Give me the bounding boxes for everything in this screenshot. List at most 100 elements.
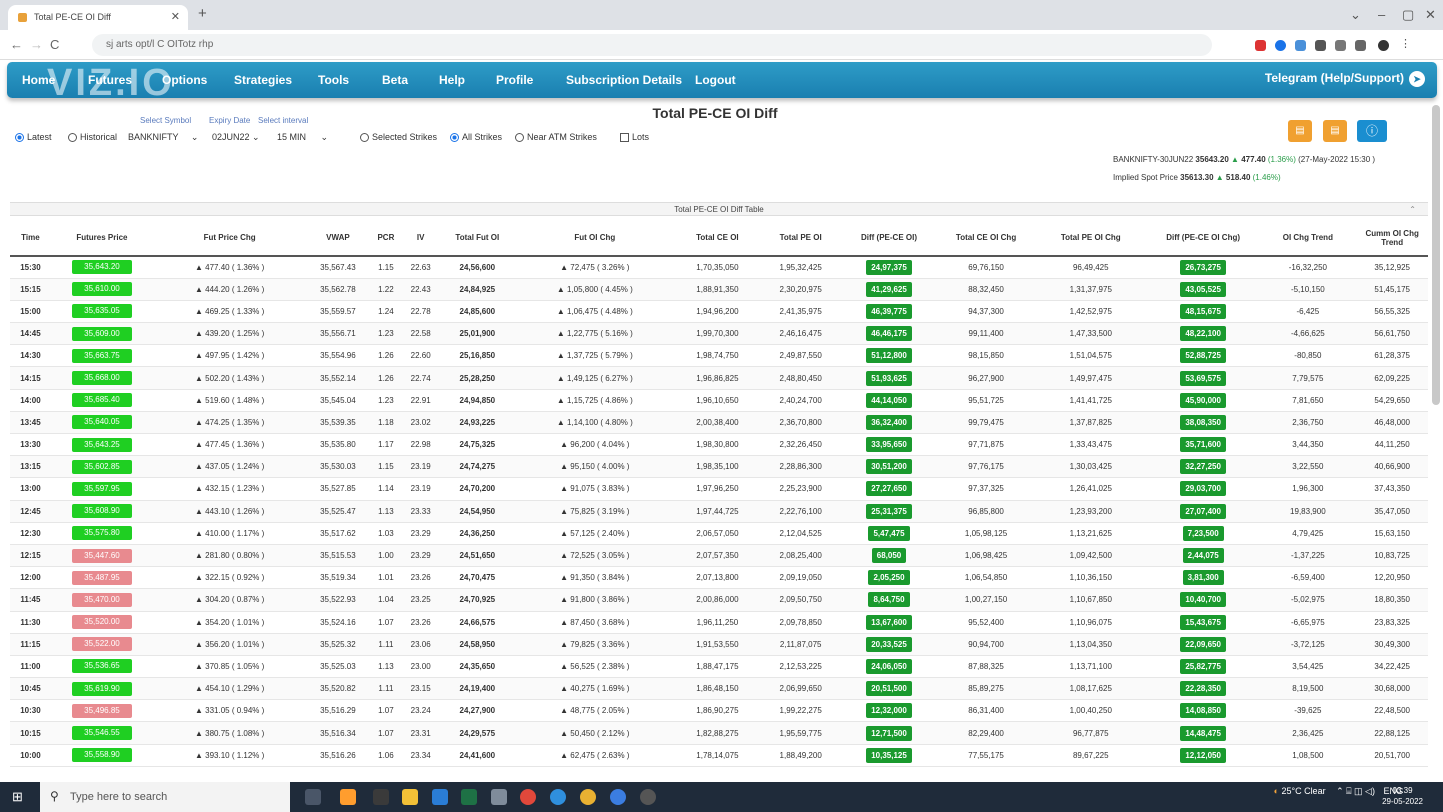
reading-list-icon[interactable] bbox=[1335, 40, 1346, 51]
url-field[interactable]: sj arts opt/l C OITotz rhp bbox=[92, 34, 1212, 56]
table-cell: ▲ 497.95 ( 1.42% ) bbox=[153, 344, 307, 368]
nav-help[interactable]: Help bbox=[439, 73, 465, 87]
column-header[interactable]: VWAP bbox=[306, 220, 370, 257]
column-header[interactable]: Diff (PE-CE OI) bbox=[840, 220, 938, 257]
table-cell: ▲ 56,525 ( 2.38% ) bbox=[515, 655, 674, 679]
mail-icon[interactable] bbox=[432, 789, 448, 805]
table-cell: 35,546.55 bbox=[50, 721, 154, 745]
tab-search-icon[interactable]: ⌄ bbox=[1350, 7, 1361, 23]
menu-kebab-icon[interactable]: ⋮ bbox=[1400, 37, 1411, 50]
app-icon[interactable] bbox=[491, 789, 507, 805]
windows-start-icon[interactable]: ⊞ bbox=[12, 789, 23, 805]
app-icon[interactable] bbox=[340, 789, 356, 805]
nav-options[interactable]: Options bbox=[162, 73, 207, 87]
table-cell: 35,539.35 bbox=[306, 411, 370, 435]
back-icon[interactable]: ← bbox=[10, 37, 23, 52]
column-header[interactable]: Futures Price bbox=[50, 220, 154, 257]
column-header[interactable]: OI Chg Trend bbox=[1259, 220, 1357, 257]
value-badge: 27,27,650 bbox=[866, 481, 912, 497]
tray-icons[interactable]: ⌃ ⌸ ◫ ◁) bbox=[1336, 786, 1375, 796]
table-cell: 8,64,750 bbox=[840, 588, 938, 612]
table-cell: 35,558.90 bbox=[50, 744, 154, 767]
extension-icon[interactable] bbox=[1295, 40, 1306, 51]
nav-logout[interactable]: Logout bbox=[695, 73, 736, 87]
nav-tools[interactable]: Tools bbox=[318, 73, 349, 87]
near-atm-radio[interactable]: Near ATM Strikes bbox=[515, 132, 597, 143]
sidebar-icon[interactable] bbox=[1355, 40, 1366, 51]
column-header[interactable]: Total PE OI Chg bbox=[1034, 220, 1147, 257]
column-header[interactable]: Fut OI Chg bbox=[515, 220, 674, 257]
expiry-select[interactable]: 02JUN22 ⌄ bbox=[212, 132, 260, 143]
table-row: 11:45 35,470.00 ▲ 304.20 ( 0.87% ) 35,522.9… bbox=[10, 588, 1428, 612]
table-cell: 1,06,98,425 bbox=[937, 544, 1035, 568]
app-icon[interactable] bbox=[610, 789, 626, 805]
table-cell: 1.22 bbox=[369, 278, 403, 301]
table-cell: 2,40,24,700 bbox=[760, 389, 841, 412]
column-header[interactable]: IV bbox=[402, 220, 440, 257]
new-tab-icon[interactable]: + bbox=[198, 5, 207, 22]
selected-strikes-radio[interactable]: Selected Strikes bbox=[360, 132, 437, 143]
column-header[interactable]: Cumm OI Chg Trend bbox=[1356, 220, 1428, 257]
file-explorer-icon[interactable] bbox=[402, 789, 418, 805]
edge-icon[interactable] bbox=[550, 789, 566, 805]
table-cell: 2,41,35,975 bbox=[760, 300, 841, 324]
app-icon[interactable] bbox=[640, 789, 656, 805]
column-header[interactable]: Total CE OI bbox=[673, 220, 761, 257]
excel-icon[interactable] bbox=[461, 789, 477, 805]
column-header[interactable]: Total Fut OI bbox=[439, 220, 516, 257]
forward-icon[interactable]: → bbox=[30, 37, 43, 52]
table-cell: 34,22,425 bbox=[1356, 655, 1428, 679]
nav-profile[interactable]: Profile bbox=[496, 73, 533, 87]
table-cell: 40,66,900 bbox=[1356, 455, 1428, 479]
nav-futures[interactable]: Futures bbox=[88, 73, 132, 87]
minimize-icon[interactable]: – bbox=[1378, 7, 1385, 22]
table-cell: 99,11,400 bbox=[937, 322, 1035, 346]
opera-icon[interactable] bbox=[520, 789, 536, 805]
table-cell: 35,470.00 bbox=[50, 588, 154, 612]
value-badge: 35,558.90 bbox=[71, 748, 132, 763]
column-header[interactable]: Diff (PE-CE OI Chg) bbox=[1146, 220, 1260, 257]
browser-tab[interactable]: Total PE-CE OI Diff ✕ bbox=[8, 5, 188, 30]
table-cell: 2,05,250 bbox=[840, 566, 938, 590]
historical-radio[interactable]: Historical bbox=[68, 132, 117, 143]
weather-text[interactable]: 25°C Clear bbox=[1281, 786, 1325, 796]
column-header[interactable]: Total PE OI bbox=[760, 220, 841, 257]
table-cell: 51,93,625 bbox=[840, 366, 938, 390]
column-header[interactable]: Time bbox=[10, 220, 51, 257]
all-strikes-radio[interactable]: All Strikes bbox=[450, 132, 502, 143]
nav-strategies[interactable]: Strategies bbox=[234, 73, 292, 87]
chrome-icon[interactable] bbox=[580, 789, 596, 805]
interval-select[interactable]: 15 MIN ⌄ bbox=[277, 132, 328, 143]
telegram-link[interactable]: Telegram (Help/Support) ➤ bbox=[1265, 71, 1425, 87]
latest-radio[interactable]: Latest bbox=[15, 132, 52, 143]
reload-icon[interactable]: C bbox=[50, 37, 59, 52]
extension-adblock-icon[interactable] bbox=[1255, 40, 1266, 51]
close-tab-icon[interactable]: ✕ bbox=[171, 10, 180, 23]
table-cell: 7,23,500 bbox=[1146, 522, 1260, 545]
nav-home[interactable]: Home bbox=[22, 73, 55, 87]
maximize-icon[interactable]: ▢ bbox=[1402, 7, 1414, 23]
store-icon[interactable] bbox=[373, 789, 389, 805]
close-window-icon[interactable]: ✕ bbox=[1425, 7, 1436, 23]
task-view-icon[interactable] bbox=[305, 789, 321, 805]
page-scrollbar[interactable] bbox=[1432, 105, 1440, 405]
export-excel-button[interactable]: ▤ bbox=[1288, 120, 1312, 142]
export-csv-button[interactable]: ▤ bbox=[1323, 120, 1347, 142]
table-cell: 1,98,74,750 bbox=[673, 344, 761, 368]
lots-checkbox[interactable]: Lots bbox=[620, 132, 649, 143]
column-header[interactable]: Total CE OI Chg bbox=[937, 220, 1035, 257]
nav-subscription[interactable]: Subscription Details bbox=[566, 73, 682, 87]
symbol-select[interactable]: BANKNIFTY ⌄ bbox=[128, 132, 198, 143]
taskbar-clock[interactable]: 03:39 29-05-2022 bbox=[1382, 785, 1423, 807]
table-cell: 4,79,425 bbox=[1259, 522, 1357, 545]
collapse-caret-icon[interactable]: ⌃ bbox=[1409, 203, 1416, 216]
taskbar-search[interactable]: ⚲ Type here to search bbox=[40, 782, 290, 812]
extension-icon[interactable] bbox=[1275, 40, 1286, 51]
nav-beta[interactable]: Beta bbox=[382, 73, 408, 87]
column-header[interactable]: Fut Price Chg bbox=[153, 220, 307, 257]
column-header[interactable]: PCR bbox=[369, 220, 403, 257]
info-button[interactable]: ⓘ bbox=[1357, 120, 1387, 142]
profile-avatar[interactable] bbox=[1378, 40, 1389, 51]
puzzle-icon[interactable] bbox=[1315, 40, 1326, 51]
table-cell: 1,10,96,075 bbox=[1034, 611, 1147, 634]
